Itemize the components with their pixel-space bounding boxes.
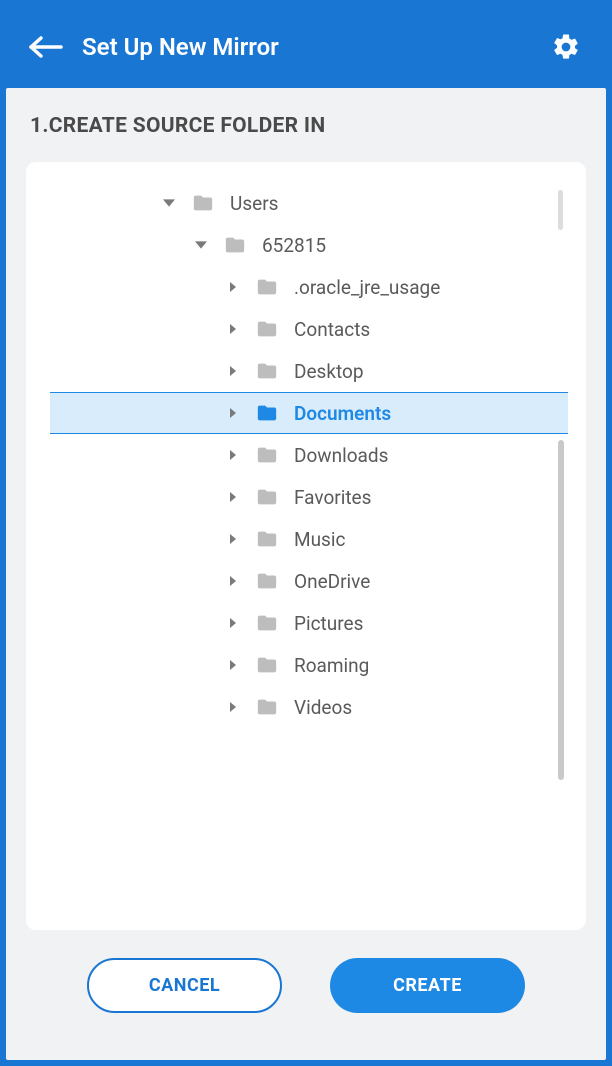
tree-node[interactable]: Downloads bbox=[50, 434, 568, 476]
tree-node[interactable]: Desktop bbox=[50, 350, 568, 392]
chevron-right-icon[interactable] bbox=[224, 617, 242, 629]
scrollbar-thumb[interactable] bbox=[558, 440, 564, 780]
chevron-right-icon[interactable] bbox=[224, 533, 242, 545]
folder-picker-card: Users 652815 .oracle_jre_usage Contacts Desk… bbox=[26, 162, 586, 930]
chevron-right-icon[interactable] bbox=[224, 701, 242, 713]
tree-node-label: Favorites bbox=[294, 486, 371, 509]
chevron-right-icon[interactable] bbox=[224, 491, 242, 503]
tree-node-label: Contacts bbox=[294, 318, 370, 341]
footer-actions: CANCEL CREATE bbox=[26, 930, 586, 1040]
tree-node-label: Roaming bbox=[294, 654, 369, 677]
chevron-right-icon[interactable] bbox=[224, 281, 242, 293]
tree-node[interactable]: Users bbox=[50, 182, 568, 224]
tree-node-label: Videos bbox=[294, 696, 352, 719]
gear-icon bbox=[551, 32, 581, 62]
create-button[interactable]: CREATE bbox=[330, 958, 525, 1013]
header-bar: Set Up New Mirror bbox=[6, 6, 606, 88]
tree-node[interactable]: Pictures bbox=[50, 602, 568, 644]
tree-node-label: Pictures bbox=[294, 612, 363, 635]
tree-node-label: .oracle_jre_usage bbox=[294, 276, 440, 299]
chevron-right-icon[interactable] bbox=[224, 449, 242, 461]
tree-node[interactable]: Videos bbox=[50, 686, 568, 728]
back-button[interactable] bbox=[26, 27, 66, 67]
arrow-left-icon bbox=[29, 36, 63, 58]
tree-node-label: Documents bbox=[294, 402, 391, 425]
tree-node[interactable]: Music bbox=[50, 518, 568, 560]
tree-node-label: 652815 bbox=[262, 234, 326, 257]
app-frame: Set Up New Mirror 1.CREATE SOURCE FOLDER… bbox=[0, 0, 612, 1066]
tree-node[interactable]: Favorites bbox=[50, 476, 568, 518]
tree-node-label: Downloads bbox=[294, 444, 388, 467]
tree-node[interactable]: Contacts bbox=[50, 308, 568, 350]
cancel-button[interactable]: CANCEL bbox=[87, 958, 282, 1013]
chevron-right-icon[interactable] bbox=[224, 365, 242, 377]
chevron-down-icon[interactable] bbox=[160, 197, 178, 209]
chevron-right-icon[interactable] bbox=[224, 323, 242, 335]
settings-button[interactable] bbox=[546, 27, 586, 67]
chevron-down-icon[interactable] bbox=[192, 239, 210, 251]
tree-node-label: Users bbox=[230, 192, 278, 215]
chevron-right-icon[interactable] bbox=[224, 659, 242, 671]
chevron-right-icon[interactable] bbox=[224, 575, 242, 587]
scrollbar[interactable] bbox=[556, 190, 564, 902]
tree-node[interactable]: Documents bbox=[50, 392, 568, 434]
tree-node[interactable]: Roaming bbox=[50, 644, 568, 686]
tree-node[interactable]: OneDrive bbox=[50, 560, 568, 602]
chevron-right-icon[interactable] bbox=[224, 407, 242, 419]
tree-node[interactable]: 652815 bbox=[50, 224, 568, 266]
content-area: 1.CREATE SOURCE FOLDER IN Users 652815 .or… bbox=[6, 88, 606, 1060]
tree-node-label: OneDrive bbox=[294, 570, 370, 593]
tree-node-label: Desktop bbox=[294, 360, 364, 383]
section-title: 1.CREATE SOURCE FOLDER IN bbox=[30, 114, 586, 138]
scrollbar-segment bbox=[558, 190, 563, 230]
tree-node-label: Music bbox=[294, 528, 345, 551]
tree-node[interactable]: .oracle_jre_usage bbox=[50, 266, 568, 308]
page-title: Set Up New Mirror bbox=[82, 33, 546, 61]
folder-tree[interactable]: Users 652815 .oracle_jre_usage Contacts Desk… bbox=[50, 180, 568, 912]
